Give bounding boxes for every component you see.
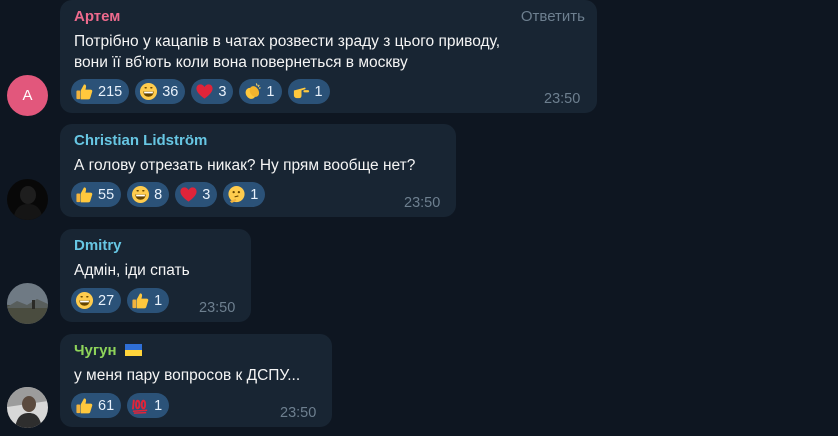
message-line: А голову отрезать никак? Ну прям вообще … — [74, 157, 416, 174]
reaction-count: 27 — [98, 292, 115, 309]
red-heart-icon — [179, 185, 198, 204]
message-line: Адмін, іди спать — [74, 262, 190, 279]
pointing-hand-icon — [292, 82, 311, 101]
reactions-bar: 27 1 — [71, 288, 170, 313]
message-line: вони її вб'ють коли вона повернеться в м… — [74, 54, 408, 71]
thumbs-up-icon — [75, 82, 94, 101]
message-text: А голову отрезать никак? Ну прям вообще … — [74, 155, 415, 176]
reaction-thumbs-up[interactable]: 61 — [71, 393, 122, 418]
grinning-face-icon — [75, 291, 94, 310]
hundred-points-icon — [131, 396, 150, 415]
grinning-face-icon — [131, 185, 150, 204]
reaction-grinning[interactable]: 27 — [71, 288, 122, 313]
message-text: Адмін, іди спать — [74, 260, 190, 281]
reaction-thumbs-up[interactable]: 215 — [71, 79, 130, 104]
reaction-thinking[interactable]: 1 — [223, 182, 266, 207]
reaction-thumbs-up[interactable]: 1 — [127, 288, 170, 313]
avatar[interactable] — [7, 387, 48, 428]
message-time: 23:50 — [280, 405, 317, 421]
ukraine-flag-icon — [124, 344, 142, 356]
avatar[interactable] — [7, 283, 48, 324]
message-text: у меня пару вопросов к ДСПУ... — [74, 365, 300, 386]
reaction-count: 1 — [154, 292, 163, 309]
reaction-count: 3 — [202, 186, 211, 203]
reaction-grinning[interactable]: 36 — [135, 79, 186, 104]
reactions-bar: 55 8 3 1 — [71, 182, 266, 207]
reaction-hundred[interactable]: 1 — [127, 393, 170, 418]
reactions-bar: 215 36 3 1 1 — [71, 79, 330, 104]
message-author[interactable]: Christian Lidström — [74, 132, 207, 149]
reaction-count: 8 — [154, 186, 163, 203]
reaction-clap[interactable]: 1 — [239, 79, 282, 104]
thumbs-up-icon — [75, 185, 94, 204]
reply-button[interactable]: Ответить — [521, 8, 585, 25]
reaction-count: 1 — [250, 186, 259, 203]
avatar[interactable] — [7, 179, 48, 220]
message-time: 23:50 — [404, 195, 441, 211]
message-time: 23:50 — [544, 91, 581, 107]
reaction-count: 36 — [162, 83, 179, 100]
message-author[interactable]: Чугун — [74, 342, 142, 359]
avatar[interactable]: A — [7, 75, 48, 116]
reaction-count: 3 — [218, 83, 227, 100]
reaction-thumbs-up[interactable]: 55 — [71, 182, 122, 207]
message-bubble[interactable]: Чугун у меня пару вопросов к ДСПУ... 61 … — [60, 334, 332, 427]
message-bubble[interactable]: Артем Ответить Потрібно у кацапів в чата… — [60, 0, 597, 113]
thinking-face-icon — [227, 185, 246, 204]
reaction-heart[interactable]: 3 — [191, 79, 234, 104]
reaction-count: 61 — [98, 397, 115, 414]
reaction-count: 1 — [314, 83, 323, 100]
avatar-letter: A — [22, 87, 33, 104]
reactions-bar: 61 1 — [71, 393, 170, 418]
author-name: Чугун — [74, 342, 117, 359]
message-author[interactable]: Dmitry — [74, 237, 122, 254]
reaction-count: 215 — [98, 83, 123, 100]
red-heart-icon — [195, 82, 214, 101]
grinning-face-icon — [139, 82, 158, 101]
message-text: Потрібно у кацапів в чатах розвести зрад… — [74, 31, 500, 73]
clapping-hands-icon — [243, 82, 262, 101]
reaction-heart[interactable]: 3 — [175, 182, 218, 207]
reaction-count: 1 — [154, 397, 163, 414]
reaction-count: 1 — [266, 83, 275, 100]
reaction-pointing[interactable]: 1 — [287, 79, 330, 104]
message-bubble[interactable]: Christian Lidström А голову отрезать ник… — [60, 124, 456, 217]
message-bubble[interactable]: Dmitry Адмін, іди спать 27 1 23:50 — [60, 229, 251, 322]
message-line: у меня пару вопросов к ДСПУ... — [74, 367, 301, 384]
reaction-count: 55 — [98, 186, 115, 203]
message-time: 23:50 — [199, 300, 236, 316]
reaction-grinning[interactable]: 8 — [127, 182, 170, 207]
thumbs-up-icon — [75, 396, 94, 415]
message-line: Потрібно у кацапів в чатах розвести зрад… — [74, 33, 501, 50]
thumbs-up-icon — [131, 291, 150, 310]
message-author[interactable]: Артем — [74, 8, 120, 25]
